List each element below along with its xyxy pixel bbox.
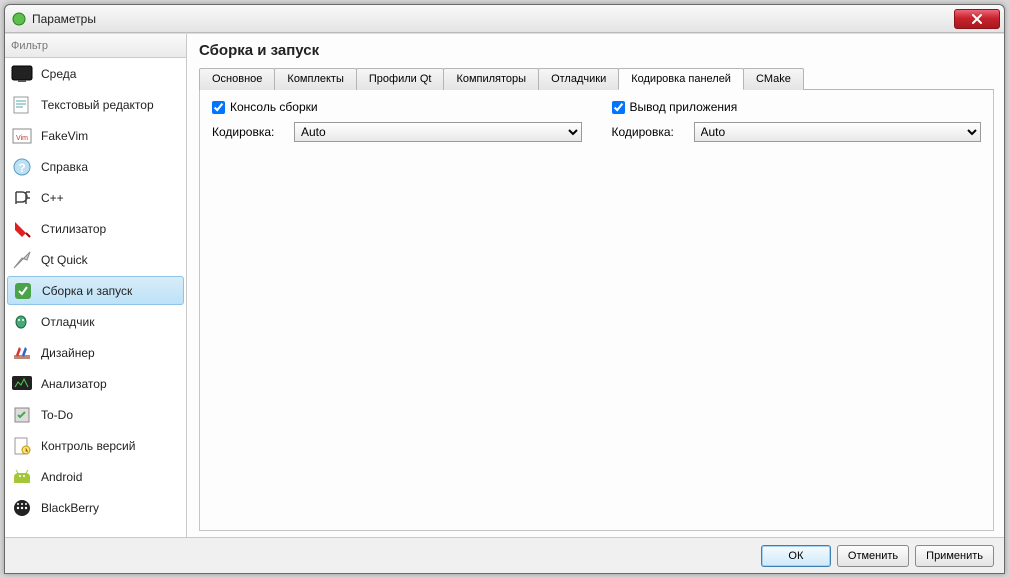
category-label: Анализатор — [41, 377, 107, 391]
category-icon — [11, 311, 33, 333]
category-label: Дизайнер — [41, 346, 95, 360]
tab[interactable]: Комплекты — [274, 68, 356, 90]
app-output-checkbox[interactable] — [612, 101, 625, 114]
category-item[interactable]: Среда — [5, 58, 186, 89]
category-icon — [11, 435, 33, 457]
category-icon — [11, 218, 33, 240]
category-label: Сборка и запуск — [42, 284, 132, 298]
category-label: Стилизатор — [41, 222, 106, 236]
app-icon — [11, 11, 27, 27]
category-label: To-Do — [41, 408, 73, 422]
category-icon: ? — [11, 156, 33, 178]
encoding-label-right: Кодировка: — [612, 125, 684, 139]
category-label: Текстовый редактор — [41, 98, 154, 112]
filter-input[interactable]: Фильтр — [5, 34, 186, 58]
category-list: Среда Текстовый редактор Vim FakeVim? Справк… — [5, 58, 186, 537]
category-item[interactable]: Android — [5, 461, 186, 492]
window-title: Параметры — [32, 12, 96, 26]
tab[interactable]: Компиляторы — [443, 68, 539, 90]
category-label: Отладчик — [41, 315, 94, 329]
tab[interactable]: CMake — [743, 68, 804, 90]
category-icon — [11, 63, 33, 85]
category-item[interactable]: Текстовый редактор — [5, 89, 186, 120]
category-label: FakeVim — [41, 129, 88, 143]
category-item[interactable]: Стилизатор — [5, 213, 186, 244]
category-item[interactable]: Сборка и запуск — [7, 276, 184, 305]
app-output-group: Вывод приложения Кодировка: Auto — [612, 100, 982, 142]
build-console-checkbox[interactable] — [212, 101, 225, 114]
tab[interactable]: Профили Qt — [356, 68, 445, 90]
category-icon: Vim — [11, 125, 33, 147]
close-button[interactable] — [954, 9, 1000, 29]
category-icon — [11, 466, 33, 488]
category-icon — [11, 497, 33, 519]
tab[interactable]: Кодировка панелей — [618, 68, 744, 90]
category-item[interactable]: Qt Quick — [5, 244, 186, 275]
options-window: Параметры Фильтр Среда Текстовый редактор… — [4, 4, 1005, 574]
body: Фильтр Среда Текстовый редактор Vim FakeVim… — [5, 33, 1004, 537]
footer: ОК Отменить Применить — [5, 537, 1004, 573]
category-label: Qt Quick — [41, 253, 88, 267]
category-item[interactable]: C++ — [5, 182, 186, 213]
build-console-group: Консоль сборки Кодировка: Auto — [212, 100, 582, 142]
titlebar: Параметры — [5, 5, 1004, 33]
build-console-label[interactable]: Консоль сборки — [230, 100, 318, 114]
category-icon — [11, 187, 33, 209]
tab[interactable]: Отладчики — [538, 68, 619, 90]
svg-text:?: ? — [18, 161, 25, 175]
sidebar: Фильтр Среда Текстовый редактор Vim FakeVim… — [5, 34, 187, 537]
filter-placeholder: Фильтр — [11, 40, 48, 52]
cancel-button[interactable]: Отменить — [837, 545, 909, 567]
category-label: Справка — [41, 160, 88, 174]
category-item[interactable]: Vim FakeVim — [5, 120, 186, 151]
encoding-select-right[interactable]: Auto — [694, 122, 982, 142]
encoding-label-left: Кодировка: — [212, 125, 284, 139]
tab-bar: ОсновноеКомплектыПрофили QtКомпиляторыОт… — [199, 67, 994, 90]
category-label: Среда — [41, 67, 76, 81]
category-item[interactable]: Контроль версий — [5, 430, 186, 461]
category-item[interactable]: BlackBerry — [5, 492, 186, 523]
main-panel: Сборка и запуск ОсновноеКомплектыПрофили… — [187, 34, 1004, 537]
svg-text:Vim: Vim — [16, 135, 28, 142]
category-icon — [11, 404, 33, 426]
ok-button[interactable]: ОК — [761, 545, 831, 567]
category-item[interactable]: Анализатор — [5, 368, 186, 399]
category-icon — [11, 373, 33, 395]
encoding-select-left[interactable]: Auto — [294, 122, 582, 142]
category-item[interactable]: To-Do — [5, 399, 186, 430]
category-icon — [11, 342, 33, 364]
page-title: Сборка и запуск — [199, 42, 994, 59]
category-label: Android — [41, 470, 82, 484]
category-item[interactable]: Дизайнер — [5, 337, 186, 368]
category-label: Контроль версий — [41, 439, 135, 453]
category-icon — [11, 249, 33, 271]
app-output-label[interactable]: Вывод приложения — [630, 100, 738, 114]
apply-button[interactable]: Применить — [915, 545, 994, 567]
category-label: BlackBerry — [41, 501, 99, 515]
category-icon — [12, 280, 34, 302]
tab[interactable]: Основное — [199, 68, 275, 90]
category-icon — [11, 94, 33, 116]
category-item[interactable]: Отладчик — [5, 306, 186, 337]
close-icon — [971, 14, 983, 24]
tab-content: Консоль сборки Кодировка: Auto Вывод при… — [199, 90, 994, 531]
category-label: C++ — [41, 191, 64, 205]
category-item[interactable]: ? Справка — [5, 151, 186, 182]
